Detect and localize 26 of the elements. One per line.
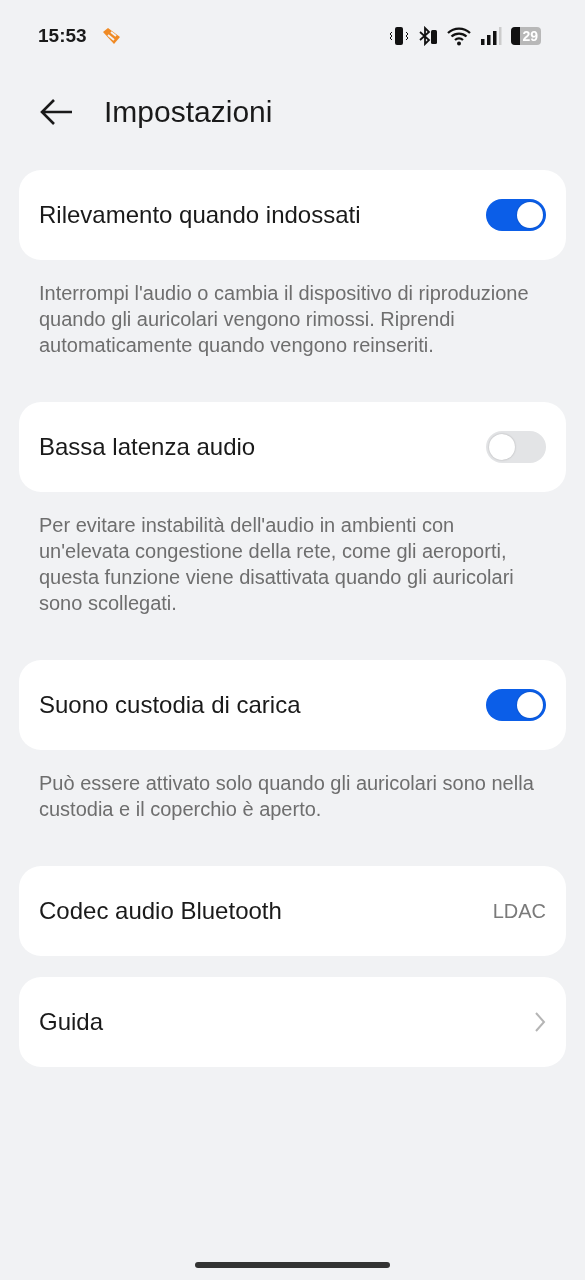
setting-value: LDAC: [492, 899, 546, 923]
toggle-switch[interactable]: [486, 689, 546, 721]
vibrate-icon: [389, 26, 409, 46]
setting-label: Suono custodia di carica: [39, 691, 301, 719]
chevron-right-icon: [534, 1011, 546, 1033]
setting-card[interactable]: Codec audio Bluetooth LDAC: [19, 866, 566, 956]
setting-card[interactable]: Guida: [19, 977, 566, 1067]
setting-label: Guida: [39, 1008, 104, 1036]
setting-description: Per evitare instabilità dell'audio in ambienti con un'elevata congestione della rete, come gli aeroporti, questa funzione viene disattivata quando gli auricolari sono scollegati.: [38, 513, 515, 616]
setting-card[interactable]: Rilevamento quando indossati: [19, 170, 566, 260]
setting-label: Codec audio Bluetooth: [39, 897, 282, 925]
setting-description: Può essere attivato solo quando gli auricolari sono nella custodia e il coperchio è aperto.: [38, 771, 535, 822]
setting-card[interactable]: Bassa latenza audio: [19, 402, 566, 492]
back-button[interactable]: [38, 97, 74, 127]
setting-card[interactable]: Suono custodia di carica: [19, 660, 566, 750]
setting-label: Rilevamento quando indossati: [39, 201, 361, 229]
battery-icon: 29: [511, 27, 541, 45]
toggle-switch[interactable]: [486, 199, 546, 231]
setting-description: Interrompi l'audio o cambia il dispositivo di riproduzione quando gli auricolari vengono rimossi. Riprendi automaticamente quando vengono reinseriti.: [38, 281, 530, 358]
wifi-icon: [447, 26, 471, 46]
setting-label: Bassa latenza audio: [39, 433, 256, 461]
status-time: 15:53: [38, 25, 87, 47]
toggle-switch[interactable]: [486, 431, 546, 463]
page-title: Impostazioni: [104, 95, 273, 129]
bluetooth-icon: [418, 26, 438, 46]
signal-icon: [480, 26, 502, 46]
